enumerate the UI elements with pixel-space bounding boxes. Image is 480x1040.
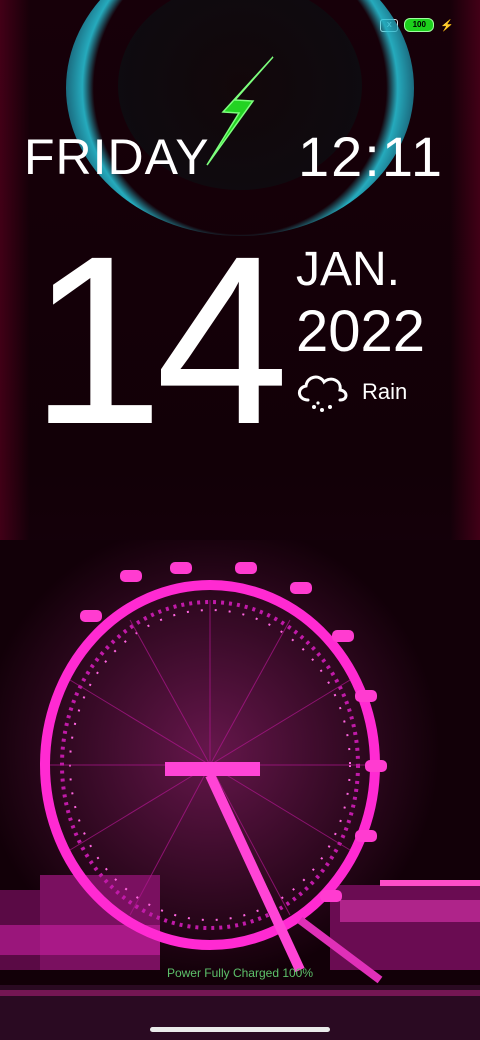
day-of-week: FRIDAY <box>24 129 210 185</box>
date-month: JAN. <box>296 243 401 296</box>
rain-cloud-icon <box>298 375 348 412</box>
weather-condition: Rain <box>362 379 408 404</box>
home-indicator[interactable] <box>150 1027 330 1032</box>
date-year: 2022 <box>296 299 426 364</box>
clock-time: 12:11 <box>298 125 444 188</box>
date-day-number: 14 <box>30 206 289 474</box>
lock-screen: x 100 ⚡ FRIDAY 12:11 14 JAN. 2022 Rain P… <box>0 0 480 1040</box>
weather-widget[interactable]: Rain <box>294 370 407 414</box>
charging-status-text: Power Fully Charged 100% <box>166 966 314 980</box>
charging-bolt-icon <box>206 56 274 166</box>
ferris-wheel-wallpaper <box>0 540 480 1040</box>
lightning-icon: ⚡ <box>440 19 454 32</box>
